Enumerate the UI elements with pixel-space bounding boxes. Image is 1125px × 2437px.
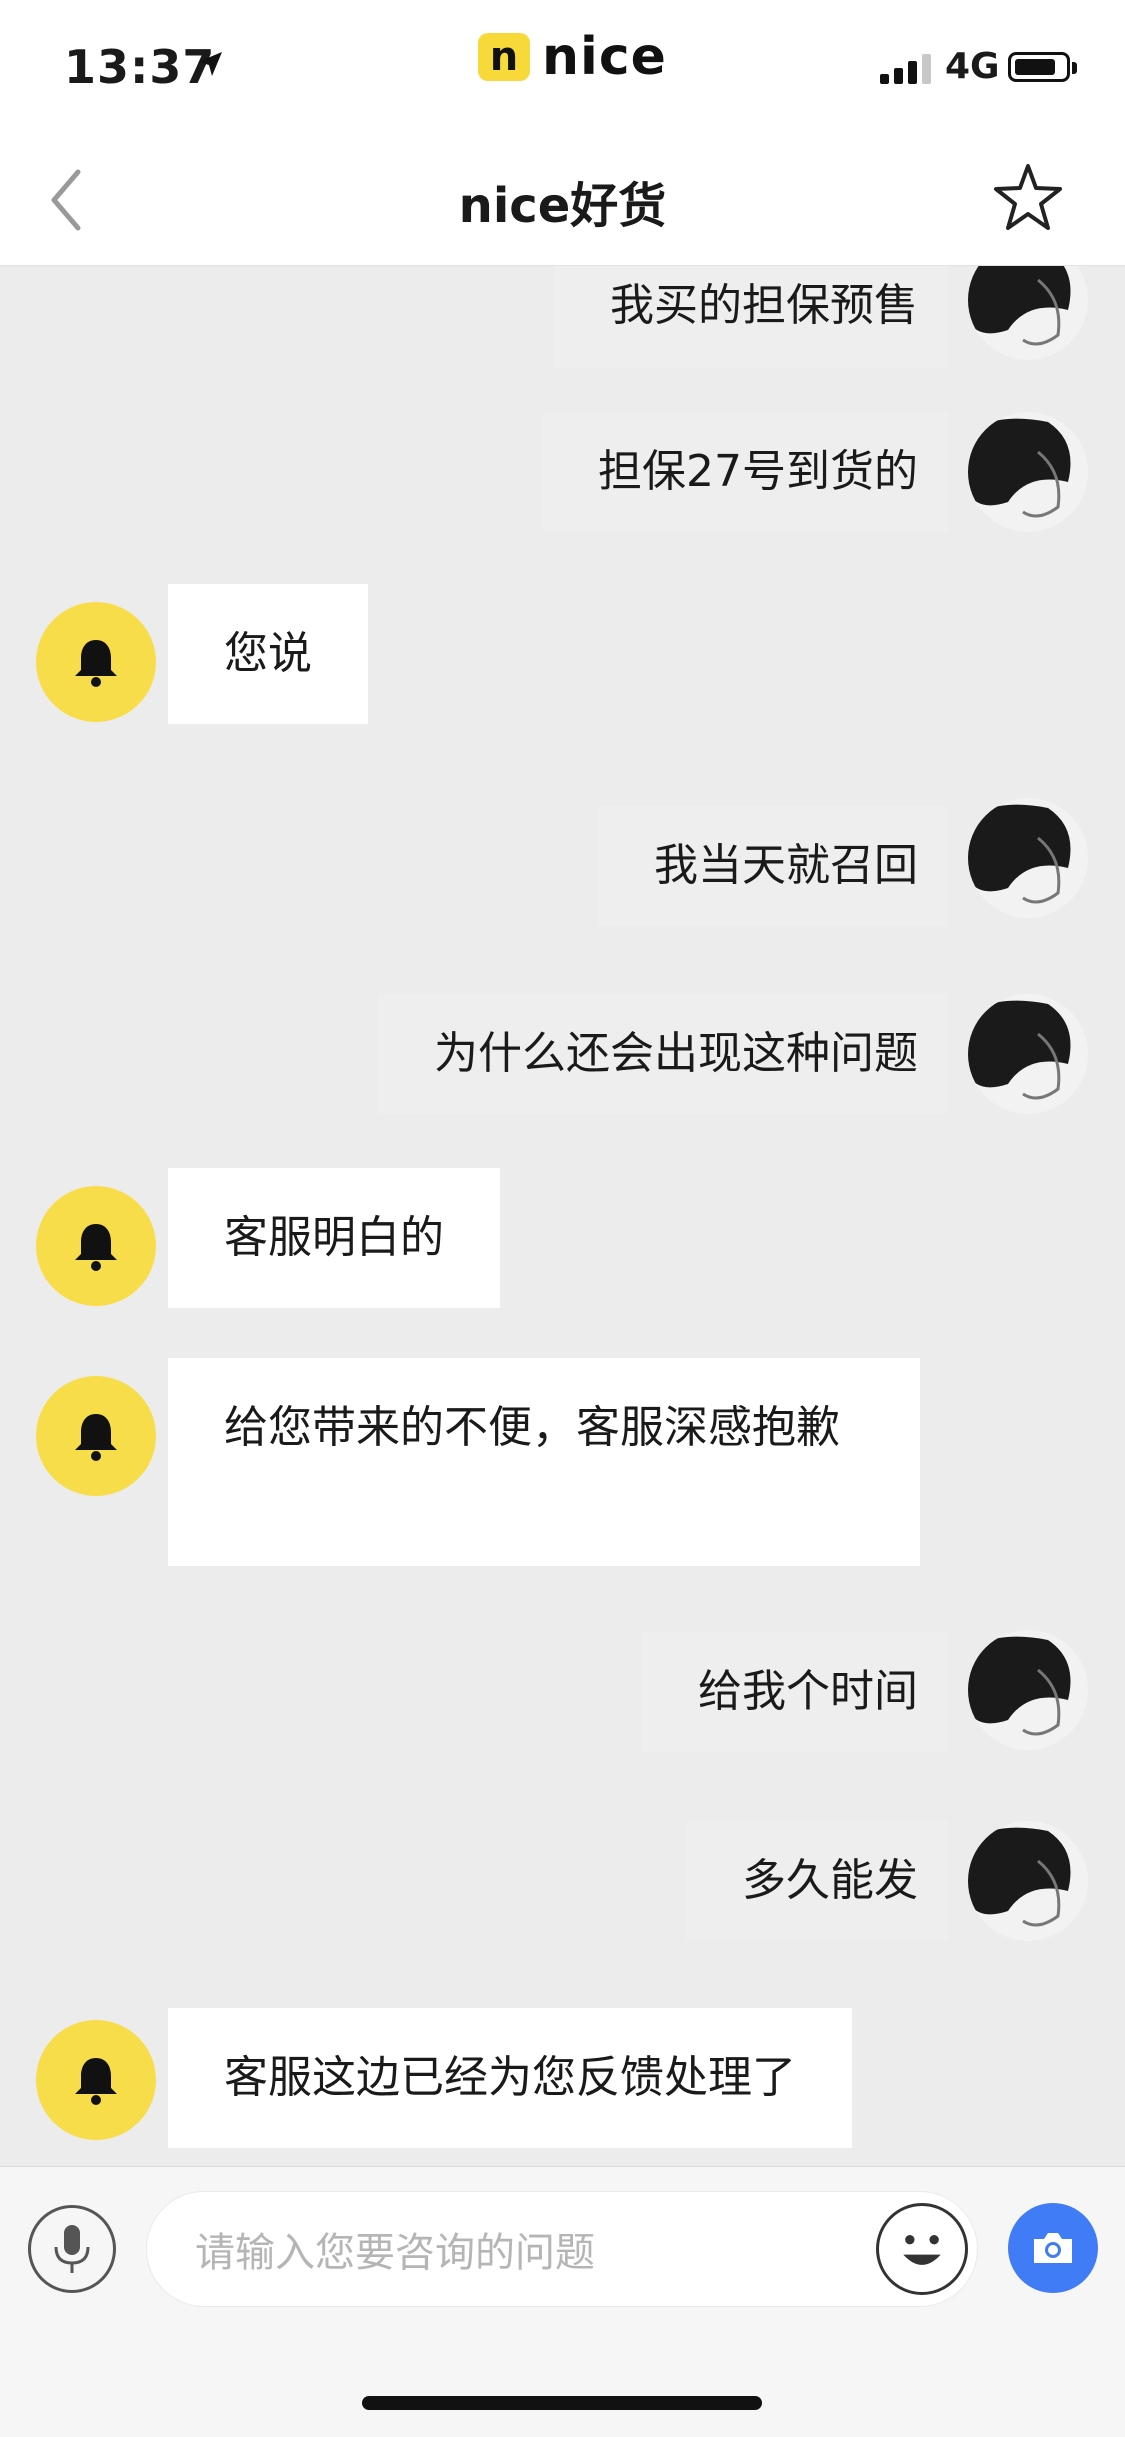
message-input-placeholder: 请输入您要咨询的问题: [195, 2230, 595, 2276]
page-title: nice好货: [458, 178, 667, 234]
voice-button[interactable]: [28, 2205, 116, 2293]
location-arrow-icon: [198, 52, 222, 76]
service-avatar[interactable]: [36, 2020, 156, 2140]
user-avatar-image: [968, 1000, 1071, 1100]
brand-badge: n: [478, 33, 530, 81]
camera-icon: [1034, 2233, 1072, 2263]
bell-icon: [75, 1224, 117, 1271]
battery-cap: [1072, 62, 1077, 74]
battery-icon: [1008, 52, 1070, 82]
bell-icon: [75, 2058, 117, 2105]
user-avatar[interactable]: [968, 266, 1088, 360]
camera-button[interactable]: [1008, 2203, 1098, 2293]
service-avatar[interactable]: [36, 1186, 156, 1306]
brand-logo: n nice: [478, 27, 667, 87]
message-bubble-outgoing: 多久能发: [686, 1821, 948, 1941]
message-bubble-outgoing: 担保27号到货的: [542, 412, 948, 532]
emoji-icon[interactable]: [876, 2203, 968, 2295]
user-avatar[interactable]: [968, 1821, 1088, 1941]
user-avatar[interactable]: [968, 994, 1088, 1114]
user-avatar-image: [968, 1827, 1071, 1927]
cellular-signal-icon: [880, 52, 931, 84]
user-avatar-image: [968, 1636, 1071, 1736]
status-bar: 13:37 n nice 4G: [0, 0, 1125, 130]
user-avatar[interactable]: [968, 412, 1088, 532]
message-input[interactable]: 请输入您要咨询的问题: [146, 2191, 978, 2307]
message-bubble-outgoing: 我买的担保预售: [554, 266, 948, 368]
user-avatar[interactable]: [968, 798, 1088, 918]
service-avatar[interactable]: [36, 1376, 156, 1496]
message-bubble-incoming: 客服这边已经为您反馈处理了: [168, 2008, 852, 2148]
message-bubble-outgoing: 为什么还会出现这种问题: [378, 994, 948, 1114]
service-avatar[interactable]: [36, 602, 156, 722]
user-avatar-image: [968, 418, 1071, 518]
nav-bar: nice好货: [0, 130, 1125, 266]
user-avatar-image: [968, 266, 1071, 346]
message-bubble-incoming: 您说: [168, 584, 368, 724]
user-avatar-image: [968, 804, 1071, 904]
message-bubble-outgoing: 我当天就召回: [598, 806, 948, 926]
bell-icon: [75, 1414, 117, 1461]
brand-wordmark: nice: [542, 27, 667, 87]
star-icon[interactable]: [990, 160, 1066, 236]
user-avatar[interactable]: [968, 1630, 1088, 1750]
home-indicator[interactable]: [362, 2396, 762, 2410]
message-bubble-incoming: 客服明白的: [168, 1168, 500, 1308]
status-time: 13:37: [64, 40, 216, 94]
network-type: 4G: [945, 46, 1000, 87]
message-bubble-incoming: 给您带来的不便，客服深感抱歉: [168, 1358, 920, 1566]
chat-list[interactable]: 我买的担保预售 担保27号到货的 您说 我当天就召回 为什么还会出现这种问题 客…: [0, 266, 1125, 2166]
bell-icon: [75, 640, 117, 687]
microphone-icon: [54, 2225, 90, 2273]
message-bubble-outgoing: 给我个时间: [642, 1632, 948, 1752]
